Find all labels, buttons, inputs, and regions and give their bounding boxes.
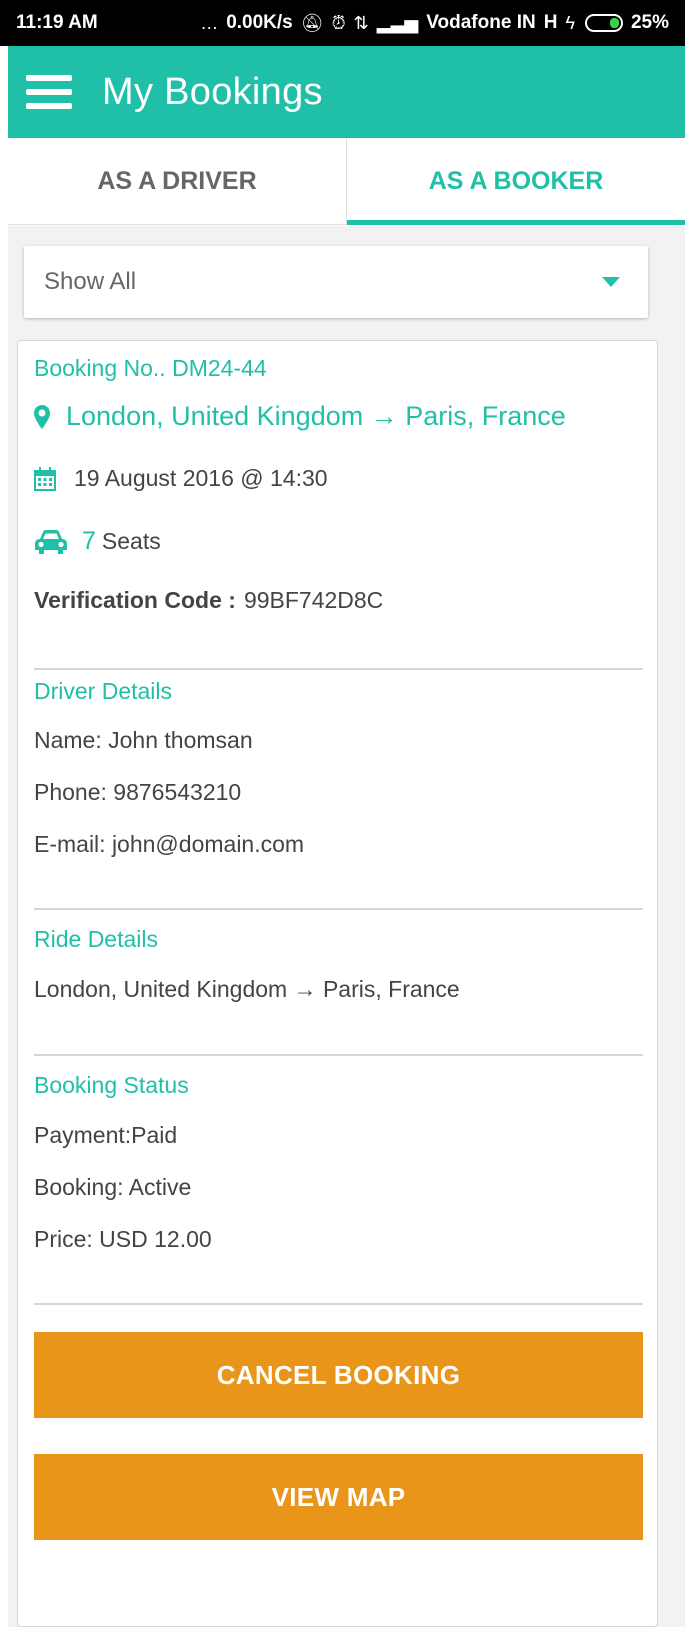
- booking-tabs: AS A DRIVER AS A BOOKER: [8, 138, 685, 225]
- divider: [34, 908, 643, 910]
- verification-row: Verification Code : 99BF742D8C: [34, 587, 383, 614]
- driver-details-title: Driver Details: [34, 678, 173, 704]
- battery-level: 25%: [630, 12, 669, 33]
- seats-label: Seats: [101, 528, 161, 554]
- ride-route: London, United Kingdom → Paris, France: [34, 976, 460, 1002]
- status-time: 11:19 AM: [16, 12, 98, 33]
- map-pin-icon: [34, 404, 50, 429]
- hamburger-menu-icon[interactable]: [26, 75, 72, 109]
- seats-count: 7: [82, 527, 96, 555]
- booking-state: Booking: Active: [34, 1174, 192, 1200]
- ride-details-title: Ride Details: [34, 926, 158, 952]
- driver-phone: Phone: 9876543210: [34, 779, 242, 805]
- status-indicators: … 0.00K/s 🔕︎ ⏰︎ ⇅ ▂▃▅ Vodafone IN H ϟ 25…: [200, 12, 669, 34]
- booking-number: Booking No.. DM24-44: [34, 355, 267, 381]
- driver-email: E-mail: john@domain.com: [34, 831, 305, 857]
- mute-bell-icon: 🔕︎: [300, 12, 324, 33]
- bookings-content: Show All Booking No.. DM24-44 London, Un…: [8, 226, 685, 1627]
- battery-icon: [584, 14, 623, 32]
- calendar-icon: [34, 466, 56, 491]
- signal-icon: ▂▃▅: [376, 12, 419, 33]
- network-type: H: [543, 12, 558, 33]
- car-icon: [35, 529, 67, 554]
- payment-status: Payment:Paid: [34, 1122, 178, 1148]
- carrier-name: Vodafone IN: [426, 12, 536, 33]
- booking-route-text: London, United Kingdom → Paris, France: [66, 401, 566, 431]
- booking-price: Price: USD 12.00: [34, 1226, 212, 1252]
- cancel-booking-button[interactable]: CANCEL BOOKING: [34, 1332, 643, 1418]
- divider: [34, 668, 643, 670]
- booking-seats: 7 Seats: [34, 527, 161, 556]
- verification-code: 99BF742D8C: [243, 587, 384, 613]
- tab-as-a-booker[interactable]: AS A BOOKER: [347, 138, 685, 225]
- booking-card: Booking No.. DM24-44 London, United King…: [17, 340, 658, 1627]
- booking-route: London, United Kingdom → Paris, France: [34, 401, 566, 432]
- filter-dropdown[interactable]: Show All: [24, 246, 648, 318]
- booking-status-title: Booking Status: [34, 1072, 189, 1098]
- divider: [34, 1303, 643, 1305]
- data-arrows-icon: ⇅: [353, 12, 369, 33]
- booking-date-text: 19 August 2016 @ 14:30: [74, 465, 328, 491]
- network-speed: 0.00K/s: [226, 12, 293, 33]
- tab-as-a-driver[interactable]: AS A DRIVER: [8, 138, 346, 224]
- page-title: My Bookings: [102, 70, 323, 113]
- dots-icon: …: [200, 12, 219, 33]
- driver-name: Name: John thomsan: [34, 727, 253, 753]
- status-bar: 11:19 AM … 0.00K/s 🔕︎ ⏰︎ ⇅ ▂▃▅ Vodafone …: [0, 0, 685, 46]
- verification-label: Verification Code :: [34, 587, 236, 613]
- app-bar: My Bookings: [8, 46, 685, 138]
- divider: [34, 1054, 643, 1056]
- filter-selected-value: Show All: [44, 268, 137, 295]
- alarm-icon: ⏰︎: [331, 12, 346, 33]
- app-screen: 11:19 AM … 0.00K/s 🔕︎ ⏰︎ ⇅ ▂▃▅ Vodafone …: [0, 0, 685, 1627]
- view-map-button[interactable]: VIEW MAP: [34, 1454, 643, 1540]
- booking-date: 19 August 2016 @ 14:30: [34, 465, 328, 492]
- charging-icon: ϟ: [565, 12, 575, 33]
- dropdown-arrow-icon: [602, 277, 620, 287]
